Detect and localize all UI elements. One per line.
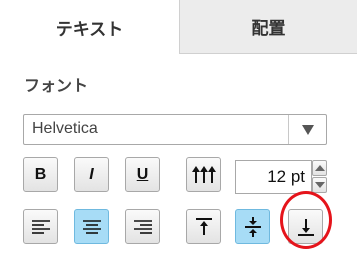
align-center-button[interactable] [74,209,109,244]
italic-button[interactable]: I [74,157,109,192]
align-center-icon [82,219,101,234]
tab-text[interactable]: テキスト [0,0,180,54]
tab-bar: テキスト 配置 [0,0,357,54]
bold-label: B [34,165,47,183]
font-size-decrement-button[interactable] [312,177,327,193]
line-spacing-button[interactable] [186,157,221,192]
spin-down-icon [314,182,325,188]
bold-button[interactable]: B [23,157,58,192]
valign-bottom-icon [297,218,314,236]
valign-top-icon [195,217,212,235]
valign-top-button[interactable] [186,209,221,244]
tab-text-label: テキスト [55,19,124,40]
font-family-select[interactable]: Helvetica [23,114,327,145]
spin-up-icon [314,165,325,171]
underline-label: U [136,165,149,183]
font-size-increment-button[interactable] [312,160,327,176]
font-size-value: 12 pt [267,167,305,186]
dropdown-arrow-icon[interactable] [288,115,326,144]
align-left-button[interactable] [23,209,58,244]
italic-label: I [89,165,94,183]
valign-bottom-button[interactable] [288,209,323,244]
valign-middle-button[interactable] [235,209,270,244]
line-spacing-icon [191,165,216,183]
font-size-input[interactable]: 12 pt [235,160,312,194]
underline-button[interactable]: U [125,157,160,192]
valign-middle-icon [244,216,261,237]
align-left-icon [31,219,50,234]
font-section-label: フォント [24,76,89,95]
font-family-value: Helvetica [32,120,98,137]
tab-arrange-label: 配置 [251,19,286,39]
align-right-button[interactable] [125,209,160,244]
align-right-icon [133,219,152,234]
tab-arrange[interactable]: 配置 [180,0,357,54]
